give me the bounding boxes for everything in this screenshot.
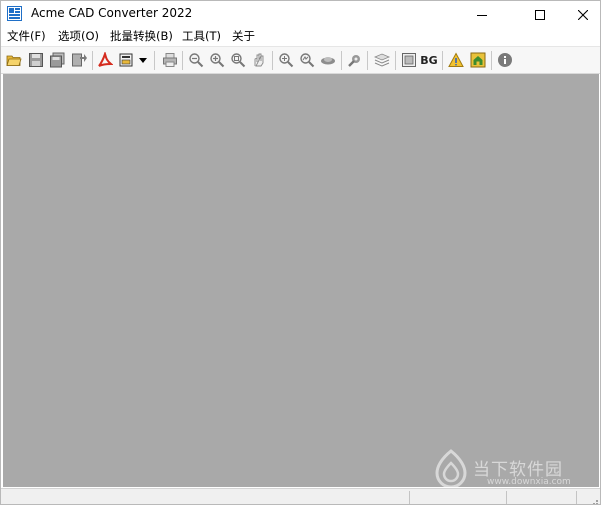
toolbar-separator (182, 51, 183, 70)
bg-color-label: BG (420, 53, 438, 67)
view-icon[interactable] (320, 52, 336, 68)
zoom-extents-icon[interactable] (230, 52, 246, 68)
app-logo-icon (7, 6, 22, 21)
zoom-window-icon[interactable] (278, 52, 294, 68)
menu-batch[interactable]: 批量转换(B) (110, 28, 173, 44)
close-button[interactable] (560, 1, 600, 27)
home-icon[interactable] (470, 52, 486, 68)
warning-icon[interactable] (448, 52, 464, 68)
save-all-icon[interactable] (49, 52, 65, 68)
minimize-button[interactable] (459, 1, 505, 27)
toolbar-separator (341, 51, 342, 70)
frame-icon[interactable] (401, 52, 417, 68)
pan-icon[interactable] (251, 52, 267, 68)
print-icon[interactable] (162, 52, 178, 68)
toolbar: BG (1, 46, 600, 74)
acrobat-pdf-icon[interactable] (97, 52, 113, 68)
zoom-realtime-icon[interactable] (299, 52, 315, 68)
close-icon (577, 5, 589, 24)
bg-color-button[interactable]: BG (419, 51, 439, 69)
status-separator (409, 491, 410, 504)
minimize-icon (477, 5, 487, 24)
app-window: Acme CAD Converter 2022 文件(F) 选项(O) 批量转换… (0, 0, 601, 505)
open-folder-icon[interactable] (6, 52, 22, 68)
menu-tools[interactable]: 工具(T) (182, 28, 221, 44)
toolbar-separator (442, 51, 443, 70)
dropdown-arrow-icon[interactable] (138, 52, 148, 68)
drawing-workspace[interactable]: 当下软件园 www.downxia.com (3, 74, 599, 489)
menu-options[interactable]: 选项(O) (58, 28, 99, 44)
info-icon[interactable] (497, 52, 513, 68)
toolbar-separator (154, 51, 155, 70)
watermark-logo-icon (431, 449, 471, 489)
settings-icon[interactable] (347, 52, 363, 68)
menu-bar: 文件(F) 选项(O) 批量转换(B) 工具(T) 关于 (1, 27, 600, 45)
batch-convert-icon[interactable] (119, 52, 135, 68)
title-bar[interactable]: Acme CAD Converter 2022 (1, 1, 600, 27)
toolbar-separator (395, 51, 396, 70)
status-bar (1, 488, 600, 504)
save-icon[interactable] (28, 52, 44, 68)
menu-about[interactable]: 关于 (232, 28, 255, 44)
toolbar-separator (367, 51, 368, 70)
watermark-url: www.downxia.com (487, 477, 571, 487)
status-separator (506, 491, 507, 504)
resize-grip-icon[interactable] (587, 494, 599, 504)
watermark: 当下软件园 www.downxia.com (431, 449, 591, 489)
window-title: Acme CAD Converter 2022 (31, 6, 193, 20)
zoom-in-icon[interactable] (209, 52, 225, 68)
toolbar-separator (92, 51, 93, 70)
maximize-button[interactable] (517, 1, 563, 27)
menu-file[interactable]: 文件(F) (7, 28, 46, 44)
toolbar-separator (491, 51, 492, 70)
zoom-out-icon[interactable] (188, 52, 204, 68)
toolbar-separator (272, 51, 273, 70)
layers-icon[interactable] (374, 52, 390, 68)
maximize-icon (535, 5, 545, 24)
export-icon[interactable] (71, 52, 87, 68)
status-separator (576, 491, 577, 504)
